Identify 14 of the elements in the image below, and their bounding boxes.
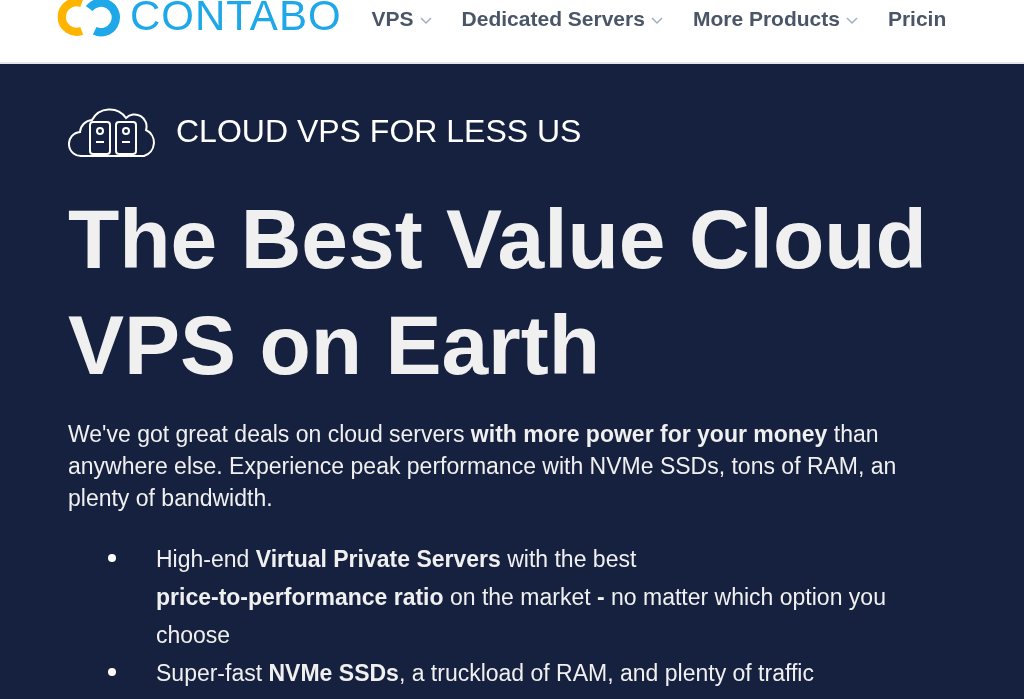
bullet-dot	[108, 554, 116, 562]
hero-title: The Best Value Cloud VPS on Earth	[68, 191, 928, 394]
bullet-dot	[108, 668, 116, 676]
chevron-down-icon	[845, 17, 858, 25]
chevron-down-icon	[419, 17, 432, 25]
nav-link[interactable]: More Products	[692, 6, 858, 32]
intro-paragraph: We've got great deals on cloud servers with more power for your money than anywhere else. Experience peak performance with NVMe SSDs, tons of RAM, an plenty of bandwidth.	[68, 420, 898, 513]
nav-link[interactable]: VPS	[371, 6, 432, 32]
feature-text: Super-fast NVMe SSDs, a truckload of RAM, and plenty of traffic	[156, 659, 814, 688]
chevron-down-icon	[650, 17, 663, 25]
eyebrow-label: CLOUD VPS FOR LESS US	[176, 112, 582, 150]
nav-link[interactable]: Dedicated Servers	[461, 6, 663, 32]
nav-link[interactable]: Pricin	[887, 6, 947, 32]
feature-text: High-end Virtual Private Servers with the best price-to-performance ratio on the market - no matter which option you choose	[156, 545, 886, 650]
